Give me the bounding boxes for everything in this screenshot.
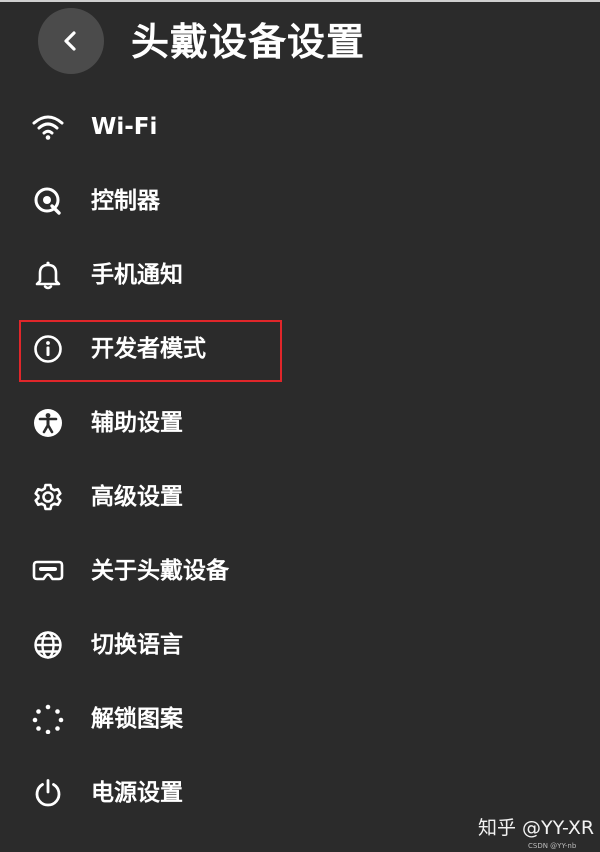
- menu-item-label: 控制器: [91, 188, 160, 214]
- vr-headset-icon: [31, 554, 65, 588]
- page-title: 头戴设备设置: [131, 20, 366, 64]
- menu-item-notifications[interactable]: 手机通知: [0, 238, 600, 312]
- settings-screen: 头戴设备设置 Wi-Fi 控制器 手机通知 开发者模式 辅助设置 高级设置 关于…: [0, 0, 600, 852]
- menu-item-label: 辅助设置: [91, 410, 183, 436]
- menu-item-label: 解锁图案: [91, 706, 183, 732]
- menu-item-label: 高级设置: [91, 484, 183, 510]
- menu-item-label: 关于头戴设备: [91, 558, 229, 584]
- globe-icon: [31, 628, 65, 662]
- controller-icon: [31, 184, 65, 218]
- menu-item-unlock-pattern[interactable]: 解锁图案: [0, 682, 600, 756]
- menu-item-label: 电源设置: [91, 780, 183, 806]
- back-button[interactable]: [38, 8, 104, 74]
- menu-item-switch-language[interactable]: 切换语言: [0, 608, 600, 682]
- menu-item-wifi[interactable]: Wi-Fi: [0, 90, 600, 164]
- menu-item-controller[interactable]: 控制器: [0, 164, 600, 238]
- menu-item-accessibility[interactable]: 辅助设置: [0, 386, 600, 460]
- accessibility-icon: [31, 406, 65, 440]
- unlock-pattern-icon: [31, 702, 65, 736]
- menu-item-label: 切换语言: [91, 632, 183, 658]
- chevron-left-icon: [60, 30, 82, 52]
- menu-item-label: Wi-Fi: [91, 114, 158, 140]
- gear-icon: [31, 480, 65, 514]
- watermark-small: CSDN @YY-nb: [528, 842, 577, 850]
- header: 头戴设备设置: [0, 2, 600, 84]
- menu-item-about-headset[interactable]: 关于头戴设备: [0, 534, 600, 608]
- bell-icon: [31, 258, 65, 292]
- menu-item-label: 手机通知: [91, 262, 183, 288]
- wifi-icon: [31, 110, 65, 144]
- power-icon: [31, 776, 65, 810]
- highlight-annotation-box: [19, 320, 282, 382]
- watermark: 知乎 @YY-XR: [478, 817, 595, 839]
- menu-item-advanced-settings[interactable]: 高级设置: [0, 460, 600, 534]
